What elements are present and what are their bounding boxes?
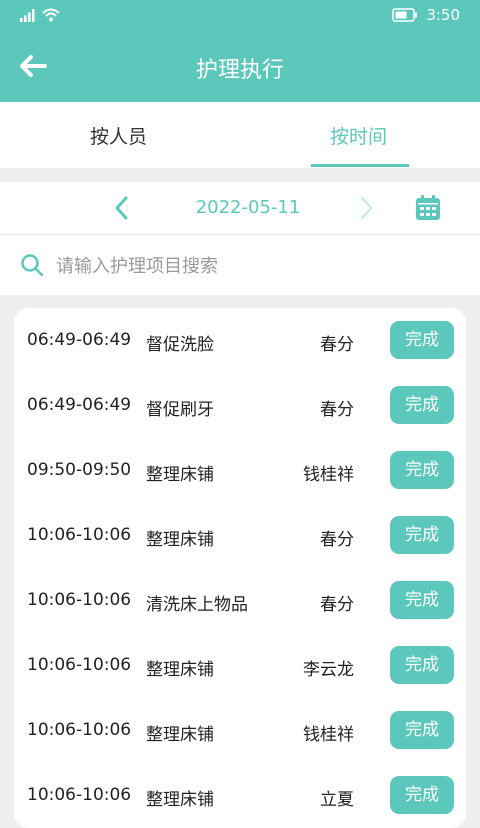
search-icon: [21, 254, 44, 277]
complete-button[interactable]: 完成: [390, 581, 454, 619]
complete-button[interactable]: 完成: [390, 776, 454, 814]
task-time: 06:49-06:49: [27, 330, 132, 350]
task-time: 10:06-10:06: [27, 720, 132, 740]
list-item: 10:06-10:06 整理床铺 立夏 完成: [14, 763, 466, 828]
task-name: 整理床铺: [146, 465, 214, 485]
complete-button[interactable]: 完成: [390, 516, 454, 554]
chevron-right-icon: [361, 197, 372, 219]
task-name: 整理床铺: [146, 660, 214, 680]
resident-name: 春分: [320, 595, 354, 615]
task-name: 整理床铺: [146, 790, 214, 810]
complete-button[interactable]: 完成: [390, 711, 454, 749]
prev-date-button[interactable]: [110, 194, 134, 222]
task-time: 10:06-10:06: [27, 590, 132, 610]
page-title: 护理执行: [195, 58, 284, 83]
tab-by-staff[interactable]: 按人员: [90, 122, 147, 149]
tab-by-time[interactable]: 按时间: [330, 122, 387, 149]
task-time: 10:06-10:06: [27, 785, 132, 805]
resident-name: 钱桂祥: [303, 465, 354, 485]
task-name: 整理床铺: [146, 725, 214, 745]
list-item: 09:50-09:50 整理床铺 钱桂祥 完成: [14, 438, 466, 503]
resident-name: 春分: [320, 400, 354, 420]
task-list: 06:49-06:49 督促洗脸 春分 完成 06:49-06:49 督促刷牙 …: [14, 308, 466, 828]
list-item: 06:49-06:49 督促洗脸 春分 完成: [14, 308, 466, 373]
active-tab-indicator: [311, 164, 409, 167]
task-name: 督促刷牙: [146, 400, 214, 420]
calendar-button[interactable]: [414, 194, 442, 222]
current-date: 2022-05-11: [195, 197, 301, 218]
calendar-icon: [416, 195, 440, 220]
task-time: 06:49-06:49: [27, 395, 132, 415]
chevron-left-icon: [115, 196, 128, 220]
list-item: 10:06-10:06 整理床铺 钱桂祥 完成: [14, 698, 466, 763]
status-time: 3:50: [426, 6, 460, 24]
list-item: 10:06-10:06 清洗床上物品 春分 完成: [14, 568, 466, 633]
task-time: 10:06-10:06: [27, 655, 132, 675]
wifi-icon: [42, 8, 60, 22]
search-input[interactable]: [54, 249, 458, 283]
tab-bar: 按人员 按时间: [0, 102, 480, 168]
complete-button[interactable]: 完成: [390, 451, 454, 489]
complete-button[interactable]: 完成: [390, 646, 454, 684]
resident-name: 钱桂祥: [303, 725, 354, 745]
resident-name: 春分: [320, 335, 354, 355]
task-name: 整理床铺: [146, 530, 214, 550]
status-bar: 3:50: [0, 0, 480, 30]
task-time: 09:50-09:50: [27, 460, 132, 480]
task-name: 督促洗脸: [146, 335, 214, 355]
list-item: 10:06-10:06 整理床铺 李云龙 完成: [14, 633, 466, 698]
list-item: 06:49-06:49 督促刷牙 春分 完成: [14, 373, 466, 438]
app-header: 护理执行: [0, 30, 480, 102]
signal-icon: [20, 8, 35, 22]
resident-name: 春分: [320, 530, 354, 550]
complete-button[interactable]: 完成: [390, 386, 454, 424]
task-name: 清洗床上物品: [146, 595, 248, 615]
date-navigator: 2022-05-11: [0, 182, 480, 235]
resident-name: 李云龙: [303, 660, 354, 680]
resident-name: 立夏: [320, 790, 354, 810]
search-bar: [0, 235, 480, 295]
battery-icon: [392, 8, 418, 22]
list-item: 10:06-10:06 整理床铺 春分 完成: [14, 503, 466, 568]
complete-button[interactable]: 完成: [390, 321, 454, 359]
task-time: 10:06-10:06: [27, 525, 132, 545]
next-date-button[interactable]: [354, 194, 378, 222]
